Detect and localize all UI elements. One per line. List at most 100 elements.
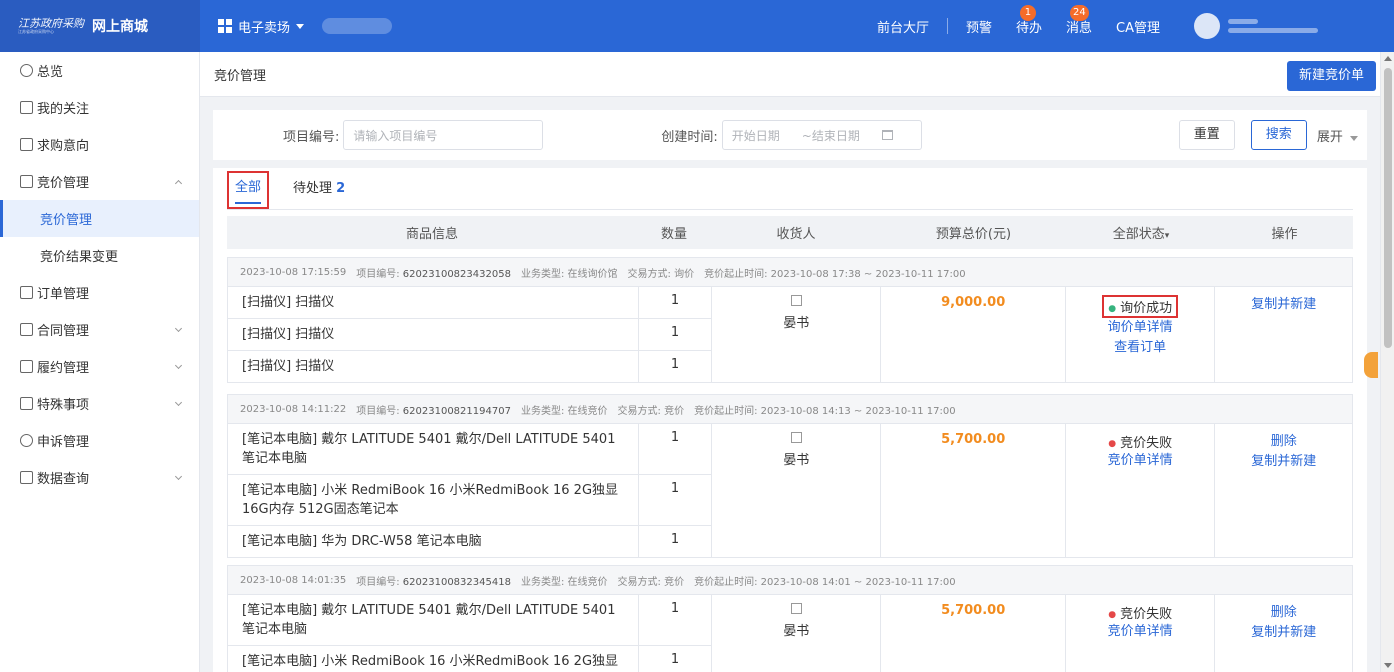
meta-label: 竞价起止时间: [694, 576, 758, 588]
goods-qty: 1 [638, 351, 712, 382]
message-link[interactable]: 消息 24 [1054, 4, 1104, 36]
table-row: [扫描仪] 扫描仪 1 [228, 319, 712, 351]
scroll-up-icon[interactable] [1384, 56, 1392, 61]
sidebar-item-favorites[interactable]: 我的关注 [0, 89, 199, 126]
status-filter[interactable]: 全部状态▾ [1066, 223, 1216, 242]
order-card: 2023-10-08 14:11:22 项目编号: 62023100821194… [227, 394, 1353, 558]
trade-type: 竞价 [664, 576, 685, 588]
biz-type: 在线竞价 [567, 576, 608, 588]
caret-down-icon [1349, 135, 1358, 141]
delete-link[interactable]: 删除 [1215, 603, 1352, 623]
bid-detail-link[interactable]: 竞价单详情 [1066, 451, 1215, 471]
scroll-down-icon[interactable] [1384, 663, 1392, 668]
warning-link[interactable]: 预警 [954, 17, 1004, 36]
user-menu[interactable] [1194, 13, 1394, 39]
bid-detail-link[interactable]: 竞价单详情 [1066, 622, 1215, 642]
sidebar-item-special-matters[interactable]: 特殊事项 [0, 385, 199, 422]
scroll-thumb[interactable] [1384, 68, 1392, 348]
new-bid-button[interactable]: 新建竞价单 [1286, 61, 1376, 91]
tab-pending[interactable]: 待处理 2 [293, 168, 345, 210]
copy-create-link[interactable]: 复制并新建 [1215, 452, 1352, 472]
todo-label: 待办 [1015, 20, 1042, 36]
goods-name[interactable]: [扫描仪] 扫描仪 [228, 319, 638, 350]
contract-icon [20, 323, 33, 336]
ops-cell: 复制并新建 [1215, 287, 1352, 382]
sidebar-item-label: 我的关注 [37, 102, 90, 117]
goods-name[interactable]: [笔记本电脑] 戴尔 LATITUDE 5401 戴尔/Dell LATITUD… [228, 595, 638, 645]
copy-create-link[interactable]: 复制并新建 [1215, 623, 1352, 643]
receiver-cell: 晏书 [712, 424, 882, 557]
market-switcher[interactable]: 电子卖场 [218, 17, 305, 36]
floating-assistant-icon[interactable] [1364, 352, 1378, 378]
project-no-input[interactable]: 请输入项目编号 [343, 120, 544, 150]
expand-toggle[interactable]: 展开 [1317, 126, 1358, 145]
reset-button[interactable]: 重置 [1178, 120, 1235, 150]
delete-link[interactable]: 删除 [1215, 432, 1352, 452]
end-date-input[interactable]: ~结束日期 [802, 127, 860, 144]
sidebar-subitem-bidding-result-change[interactable]: 竞价结果变更 [0, 237, 199, 274]
table-row: [笔记本电脑] 小米 RedmiBook 16 小米RedmiBook 16 2… [228, 475, 712, 526]
goods-name[interactable]: [笔记本电脑] 戴尔 LATITUDE 5401 戴尔/Dell LATITUD… [228, 424, 638, 474]
page-scrollbar[interactable] [1380, 52, 1394, 672]
order-body: [笔记本电脑] 戴尔 LATITUDE 5401 戴尔/Dell LATITUD… [228, 424, 1352, 557]
special-icon [20, 397, 33, 410]
sidebar-item-label: 求购意向 [37, 139, 90, 154]
search-button[interactable]: 搜索 [1250, 120, 1307, 150]
todo-link[interactable]: 待办 1 [1004, 4, 1054, 36]
goods-name[interactable]: [笔记本电脑] 小米 RedmiBook 16 小米RedmiBook 16 2… [228, 646, 638, 672]
col-goods: 商品信息 [405, 227, 458, 242]
status-cell: 竞价失败 竞价单详情 [1066, 424, 1216, 557]
budget-value: 5,700.00 [881, 595, 1066, 672]
date-range-picker[interactable]: 开始日期 ~结束日期 [721, 120, 922, 150]
sidebar-item-label: 总览 [37, 65, 64, 80]
sidebar-item-contracts[interactable]: 合同管理 [0, 311, 199, 348]
goods-name[interactable]: [笔记本电脑] 华为 DRC-W58 笔记本电脑 [228, 526, 638, 557]
sidebar-item-overview[interactable]: 总览 [0, 52, 199, 89]
goods-qty: 1 [638, 424, 712, 474]
goods-name[interactable]: [笔记本电脑] 小米 RedmiBook 16 小米RedmiBook 16 2… [228, 475, 638, 525]
sidebar-item-fulfillment[interactable]: 履约管理 [0, 348, 199, 385]
sidebar-item-label: 订单管理 [37, 287, 90, 302]
table-header: 商品信息 数量 收货人 预算总价(元) 全部状态▾ 操作 [227, 216, 1353, 249]
avatar [1194, 13, 1220, 39]
inquiry-detail-link[interactable]: 询价单详情 [1066, 318, 1215, 338]
view-order-link[interactable]: 查看订单 [1066, 338, 1215, 358]
sidebar-item-bidding[interactable]: 竞价管理 [0, 163, 199, 200]
tab-all[interactable]: 全部 [227, 171, 270, 209]
user-icon [20, 434, 33, 447]
project-no: 62023100823432058 [402, 268, 511, 280]
sidebar-item-label: 申诉管理 [37, 435, 90, 450]
meta-label: 项目编号: [356, 268, 400, 280]
goods-qty: 1 [638, 526, 712, 557]
calendar-icon [881, 130, 893, 140]
sidebar: 总览 我的关注 求购意向 竞价管理 竞价管理 竞价结果变更 订单管理 合同管理 … [0, 52, 200, 672]
home-icon [20, 64, 33, 77]
sidebar-item-purchase-intent[interactable]: 求购意向 [0, 126, 199, 163]
brand-logo[interactable]: 江苏政府采购 江苏省政府采购中心 网上商城 [0, 0, 200, 52]
tab-pending-label: 待处理 [293, 181, 333, 196]
bid-period: 2023-10-08 14:13 ~ 2023-10-11 17:00 [760, 405, 956, 417]
sidebar-item-appeals[interactable]: 申诉管理 [0, 422, 199, 459]
status-cell: 询价成功 询价单详情 查看订单 [1066, 287, 1216, 382]
goods-name[interactable]: [扫描仪] 扫描仪 [228, 351, 638, 382]
hall-link[interactable]: 前台大厅 [865, 17, 941, 36]
ca-link[interactable]: CA管理 [1104, 17, 1172, 36]
receiver-name: 晏书 [783, 624, 810, 639]
start-date-input[interactable]: 开始日期 [732, 127, 780, 144]
sidebar-item-data-query[interactable]: 数据查询 [0, 459, 199, 496]
goods-qty: 1 [638, 646, 712, 672]
order-body: [笔记本电脑] 戴尔 LATITUDE 5401 戴尔/Dell LATITUD… [228, 595, 1352, 672]
sidebar-item-orders[interactable]: 订单管理 [0, 274, 199, 311]
sidebar-subitem-bidding-management[interactable]: 竞价管理 [0, 200, 199, 237]
meta-label: 业务类型: [520, 268, 565, 280]
caret-down-icon [296, 23, 305, 29]
blurred-user-info [1228, 19, 1318, 33]
ops-cell: 删除 复制并新建 [1215, 424, 1352, 557]
chevron-down-icon [174, 361, 183, 370]
sidebar-item-label: 竞价管理 [37, 176, 90, 191]
project-no: 62023100832345418 [402, 576, 511, 588]
order-body: [扫描仪] 扫描仪 1 [扫描仪] 扫描仪 1 [扫描仪] 扫描仪 1 晏书 9,00… [228, 287, 1352, 382]
col-budget: 预算总价(元) [935, 227, 1012, 242]
copy-create-link[interactable]: 复制并新建 [1215, 295, 1352, 315]
goods-name[interactable]: [扫描仪] 扫描仪 [228, 287, 638, 318]
